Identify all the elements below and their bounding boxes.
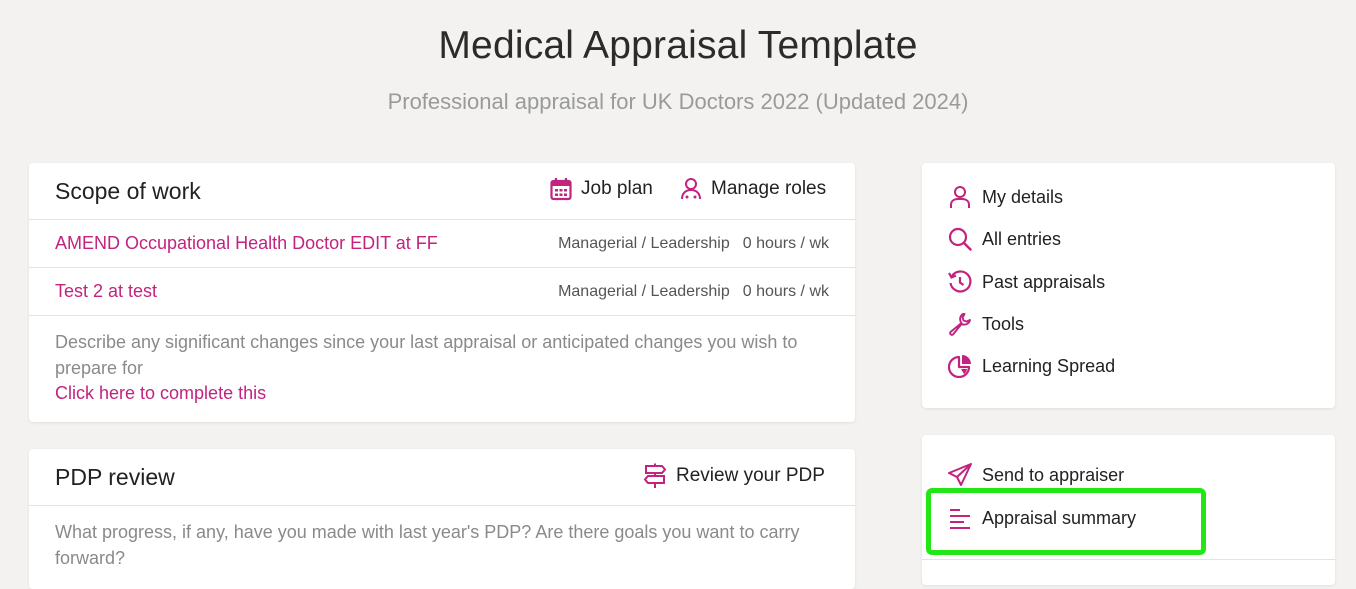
sidebar-item-label: My details xyxy=(982,186,1064,207)
scope-description: Describe any significant changes since y… xyxy=(55,332,798,378)
sidebar-item-label: All entries xyxy=(982,228,1062,249)
sidebar-item-label: Past appraisals xyxy=(982,271,1106,292)
sidebar-item-label: Learning Spread xyxy=(982,355,1116,376)
role-link[interactable]: Test 2 at test xyxy=(55,281,157,302)
pdp-review-card: PDP review Review your PDP What progress… xyxy=(29,449,855,589)
sidebar-item-my-details[interactable]: My details xyxy=(948,185,1063,209)
role-category: Managerial / Leadership xyxy=(558,235,730,252)
signpost-icon xyxy=(643,463,667,488)
scope-card-title: Scope of work xyxy=(55,178,201,204)
sidebar-item-past-appraisals[interactable]: Past appraisals xyxy=(948,270,1105,294)
send-to-appraiser-label: Send to appraiser xyxy=(982,464,1125,485)
manage-roles-label: Manage roles xyxy=(711,178,827,199)
job-plan-button[interactable]: Job plan xyxy=(550,177,653,201)
pdp-card-header: PDP review Review your PDP xyxy=(29,449,855,506)
pdp-card-title: PDP review xyxy=(55,464,175,490)
complete-scope-link[interactable]: Click here to complete this xyxy=(55,383,266,404)
wrench-icon xyxy=(949,313,971,336)
appraisal-summary-button[interactable]: Appraisal summary xyxy=(948,506,1136,530)
job-plan-label: Job plan xyxy=(581,178,653,199)
send-icon xyxy=(948,463,972,486)
sidebar-item-label: Tools xyxy=(982,313,1025,334)
user-icon xyxy=(950,186,970,208)
role-meta: Managerial / Leadership 0 hours / wk xyxy=(558,283,829,301)
calendar-icon xyxy=(550,178,572,201)
send-to-appraiser-button[interactable]: Send to appraiser xyxy=(948,463,1124,487)
role-hours: 0 hours / wk xyxy=(742,283,829,300)
role-row: AMEND Occupational Health Doctor EDIT at… xyxy=(29,220,855,268)
sidebar-menu-card: My details All entries Past appraisals T… xyxy=(922,163,1335,408)
pdp-description: What progress, if any, have you made wit… xyxy=(55,522,800,568)
divider xyxy=(922,559,1335,560)
sidebar-item-tools[interactable]: Tools xyxy=(948,312,1024,336)
pie-chart-icon xyxy=(948,355,971,378)
scope-card-header: Scope of work Job plan Manage roles xyxy=(29,163,855,220)
role-meta: Managerial / Leadership 0 hours / wk xyxy=(558,235,829,253)
role-hours: 0 hours / wk xyxy=(742,235,829,252)
role-row: Test 2 at test Managerial / Leadership 0 … xyxy=(29,268,855,316)
role-category: Managerial / Leadership xyxy=(558,283,730,300)
history-icon xyxy=(948,270,972,293)
page-subtitle: Professional appraisal for UK Doctors 20… xyxy=(387,89,969,114)
search-icon xyxy=(948,227,972,251)
role-link[interactable]: AMEND Occupational Health Doctor EDIT at… xyxy=(55,233,438,254)
align-left-icon xyxy=(950,509,970,529)
sidebar-item-all-entries[interactable]: All entries xyxy=(948,227,1061,251)
user-roles-icon xyxy=(681,178,701,200)
review-pdp-label: Review your PDP xyxy=(676,465,825,486)
scope-of-work-card: Scope of work Job plan Manage roles AMEN… xyxy=(29,163,855,422)
appraisal-summary-label: Appraisal summary xyxy=(982,507,1137,528)
review-pdp-button[interactable]: Review your PDP xyxy=(643,463,825,489)
sidebar-item-learning-spread[interactable]: Learning Spread xyxy=(948,354,1115,378)
page-title: Medical Appraisal Template xyxy=(438,24,918,67)
manage-roles-button[interactable]: Manage roles xyxy=(680,177,826,201)
